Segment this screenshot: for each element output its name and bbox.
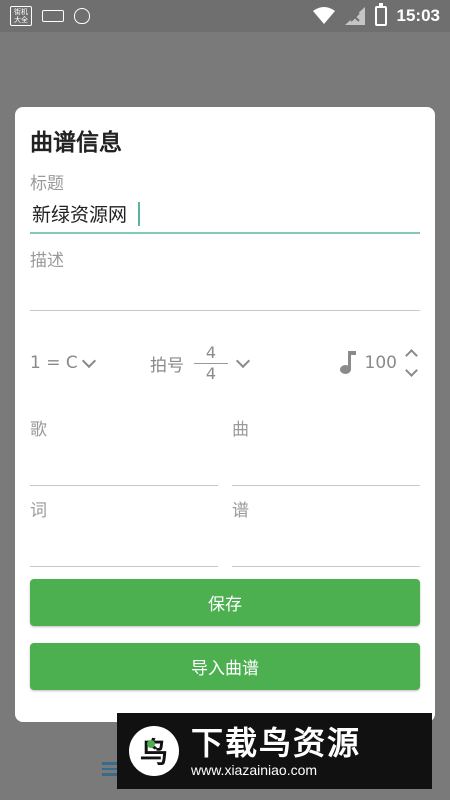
music-note-icon [339,351,356,375]
credits-grid: 歌 曲 词 谱 [30,405,420,567]
beat-label: 拍号 [150,355,184,376]
dialog-title: 曲谱信息 [30,130,122,156]
up-down-icon[interactable] [405,349,418,377]
chevron-down-icon [235,353,251,368]
key-selector[interactable]: 1 = C [30,353,150,373]
beat-selector[interactable]: 拍号 4 4 [150,342,251,383]
tempo-stepper[interactable]: 100 [339,349,420,377]
song-field[interactable]: 歌 [30,405,218,486]
tempo-value: 100 [364,353,397,373]
chevron-down-icon [81,353,96,368]
description-input[interactable] [30,271,420,310]
app-notification-icon: 街机大全 [10,6,32,26]
text-cursor [138,202,140,226]
notation-label: 谱 [232,501,249,521]
notation-field[interactable]: 谱 [232,486,420,567]
beat-denominator: 4 [205,363,217,383]
list-icon[interactable] [102,762,118,776]
key-value: 1 = C [30,353,78,373]
title-label: 标题 [30,174,64,194]
keyboard-icon [42,10,64,22]
watermark-logo: 鸟 [129,726,179,776]
watermark-title: 下载鸟资源 [191,724,362,762]
music-label: 曲 [232,420,249,440]
title-input[interactable] [30,194,420,232]
score-info-dialog: 曲谱信息 标题 描述 1 = C 拍号 4 4 100 [15,107,435,722]
watermark-url: www.xiazainiao.com [191,762,318,778]
beat-numerator: 4 [205,342,217,362]
lyrics-label: 词 [30,501,47,521]
import-score-button[interactable]: 导入曲谱 [30,643,420,690]
signal-icon [344,7,365,25]
wifi-icon [312,7,335,24]
description-field[interactable] [30,271,420,311]
shield-icon [74,8,90,24]
meta-row: 1 = C 拍号 4 4 100 [30,333,420,393]
watermark-banner: 鸟 下载鸟资源 www.xiazainiao.com [117,713,432,789]
status-bar: 街机大全 15:03 [0,0,450,32]
status-time: 15:03 [396,6,440,25]
save-button[interactable]: 保存 [30,579,420,626]
lyrics-field[interactable]: 词 [30,486,218,567]
beat-fraction: 4 4 [194,342,228,383]
battery-icon [374,3,387,26]
music-field[interactable]: 曲 [232,405,420,486]
song-label: 歌 [30,420,47,440]
description-label: 描述 [30,251,64,271]
title-field[interactable] [30,194,420,234]
